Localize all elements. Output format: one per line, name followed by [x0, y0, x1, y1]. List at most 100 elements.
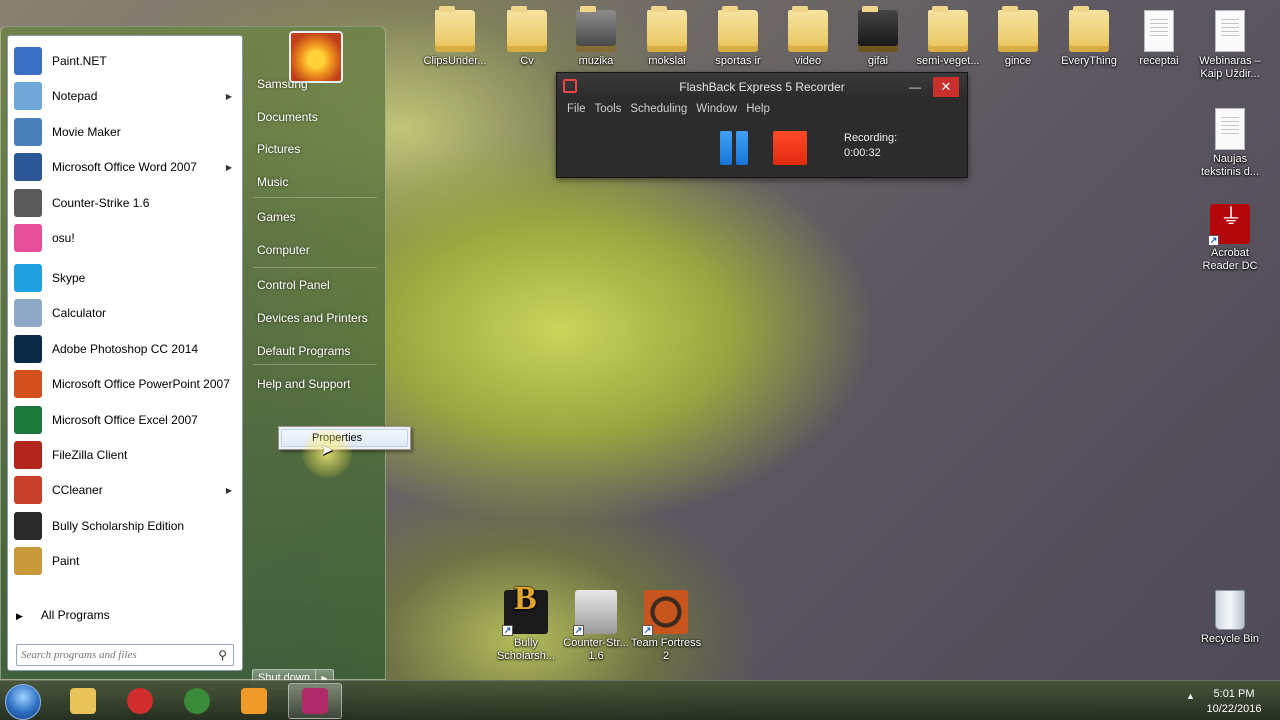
start-program-item[interactable]: Adobe Photoshop CC 2014	[10, 332, 240, 366]
desktop-icon-label: video	[794, 55, 822, 67]
menu-window[interactable]: Window	[696, 101, 737, 119]
ccleaner-icon	[14, 476, 42, 504]
powerpoint-icon	[14, 370, 42, 398]
desktop-icon-label: ClipsUnder...	[423, 55, 487, 67]
folder-icon	[718, 6, 758, 52]
program-label: Calculator	[52, 306, 107, 320]
filezilla-icon	[14, 441, 42, 469]
start-right-item[interactable]: Computer	[257, 243, 310, 257]
triangle-right-icon: ▶	[16, 611, 23, 621]
taskbar-app-opera[interactable]	[113, 683, 167, 719]
start-right-item[interactable]: Documents	[257, 110, 318, 124]
start-program-item[interactable]: CCleaner ▶	[10, 473, 240, 507]
start-program-item[interactable]: Notepad ▶	[10, 79, 240, 113]
start-program-item[interactable]: Microsoft Office Word 2007 ▶	[10, 150, 240, 184]
all-programs-button[interactable]: ▶ All Programs	[16, 608, 110, 622]
start-right-item[interactable]: Games	[257, 210, 296, 224]
start-program-item[interactable]: Paint.NET	[10, 44, 240, 78]
start-program-item[interactable]: FileZilla Client	[10, 438, 240, 472]
flashback-recorder-icon	[302, 688, 328, 714]
taskbar: ▲ 5:01 PM 10/22/2016	[0, 680, 1280, 720]
start-program-item[interactable]: Bully Scholarship Edition	[10, 509, 240, 543]
start-right-item[interactable]: Control Panel	[257, 278, 330, 292]
close-button[interactable]: ✕	[933, 77, 959, 97]
desktop-icon[interactable]: semi-veget...	[910, 6, 986, 68]
program-label: Paint.NET	[52, 54, 107, 68]
search-input[interactable]	[17, 645, 207, 665]
folder-icon	[1069, 6, 1109, 52]
submenu-arrow-icon[interactable]: ▶	[226, 486, 232, 495]
start-right-item[interactable]: Music	[257, 175, 288, 189]
taskbar-app-media[interactable]	[227, 683, 281, 719]
start-search-box[interactable]: ⚲	[16, 644, 234, 666]
folder-icon	[998, 6, 1038, 52]
desktop-icon[interactable]: muzika	[558, 6, 634, 68]
desktop-icon[interactable]: ClipsUnder...	[417, 6, 493, 68]
desktop-icon[interactable]: ⏚ ↗ Acrobat Reader DC	[1192, 204, 1268, 273]
team-fortress-icon: ↗	[642, 590, 688, 636]
desktop-icon[interactable]: EveryThing	[1051, 6, 1127, 68]
taskbar-app-flashback[interactable]	[288, 683, 342, 719]
skype-icon	[14, 264, 42, 292]
desktop-icon[interactable]: receptai	[1121, 10, 1197, 68]
menu-file[interactable]: File	[567, 101, 586, 119]
start-right-item[interactable]: Samsung	[257, 77, 308, 91]
document-icon	[1215, 108, 1245, 150]
desktop-icon-label: sportas ir	[715, 55, 761, 67]
desktop-icon[interactable]: ↗ Team Fortress 2	[628, 590, 704, 663]
start-program-item[interactable]: osu!	[10, 221, 240, 255]
menu-scheduling[interactable]: Scheduling	[630, 101, 687, 119]
flashback-app-icon	[563, 79, 577, 93]
start-program-item[interactable]: Counter-Strike 1.6	[10, 186, 240, 220]
start-program-item[interactable]: Microsoft Office PowerPoint 2007	[10, 367, 240, 401]
submenu-arrow-icon[interactable]: ▶	[226, 163, 232, 172]
start-right-item[interactable]: Default Programs	[257, 344, 350, 358]
menu-separator	[253, 267, 377, 268]
system-clock[interactable]: 5:01 PM 10/22/2016	[1200, 687, 1268, 717]
desktop-icon[interactable]: video	[770, 6, 846, 68]
pause-button[interactable]	[720, 131, 748, 165]
desktop-icon-label: Team Fortress 2	[630, 637, 702, 662]
desktop-icon[interactable]: gifai	[840, 6, 916, 68]
desktop-icon[interactable]: mokslai	[629, 6, 705, 68]
menu-tools[interactable]: Tools	[595, 101, 622, 119]
chrome-icon	[184, 688, 210, 714]
menu-separator	[253, 197, 377, 198]
stop-button[interactable]	[773, 131, 807, 165]
desktop-icon[interactable]: B ↗ Bully Scholarsh...	[488, 582, 564, 663]
menu-help[interactable]: Help	[746, 101, 770, 119]
document-icon	[1215, 10, 1245, 52]
desktop-icon[interactable]: Webinaras – Kaip Uždir...	[1192, 10, 1268, 81]
window-title: FlashBack Express 5 Recorder	[679, 80, 845, 94]
start-right-item[interactable]: Help and Support	[257, 377, 350, 391]
start-program-item[interactable]: Microsoft Office Excel 2007	[10, 403, 240, 437]
window-title-bar[interactable]: FlashBack Express 5 Recorder — ✕	[557, 73, 967, 101]
desktop-icon[interactable]: gince	[980, 6, 1056, 68]
start-program-item[interactable]: Calculator	[10, 296, 240, 330]
show-hidden-icons-arrow[interactable]: ▲	[1186, 691, 1195, 701]
minimize-button[interactable]: —	[905, 73, 925, 101]
desktop-icon[interactable]: sportas ir	[700, 6, 776, 68]
desktop-icon[interactable]: ↗ Counter-Str... 1.6	[558, 590, 634, 663]
start-program-item[interactable]: Movie Maker	[10, 115, 240, 149]
taskbar-app-explorer[interactable]	[56, 683, 110, 719]
start-right-item[interactable]: Pictures	[257, 142, 300, 156]
desktop-icon[interactable]: Naujas tekstinis d...	[1192, 108, 1268, 179]
submenu-arrow-icon[interactable]: ▶	[226, 92, 232, 101]
desktop-icon[interactable]: Recycle Bin	[1192, 590, 1268, 646]
start-right-item[interactable]: Devices and Printers	[257, 311, 368, 325]
taskbar-app-chrome[interactable]	[170, 683, 224, 719]
recycle-bin-icon	[1215, 590, 1245, 630]
start-button[interactable]	[5, 684, 41, 720]
movie-maker-icon	[14, 118, 42, 146]
start-menu-programs-pane: Paint.NET Notepad ▶ Movie Maker Microsoft Of…	[7, 35, 243, 671]
program-label: Skype	[52, 271, 86, 285]
media-player-icon	[241, 688, 267, 714]
desktop-icon[interactable]: Cv	[489, 6, 565, 68]
folder-icon	[507, 6, 547, 52]
search-icon[interactable]: ⚲	[218, 648, 227, 662]
program-label: Movie Maker	[52, 125, 121, 139]
user-account-picture[interactable]	[289, 31, 343, 83]
start-program-item[interactable]: Paint	[10, 544, 240, 578]
start-program-item[interactable]: Skype	[10, 261, 240, 295]
